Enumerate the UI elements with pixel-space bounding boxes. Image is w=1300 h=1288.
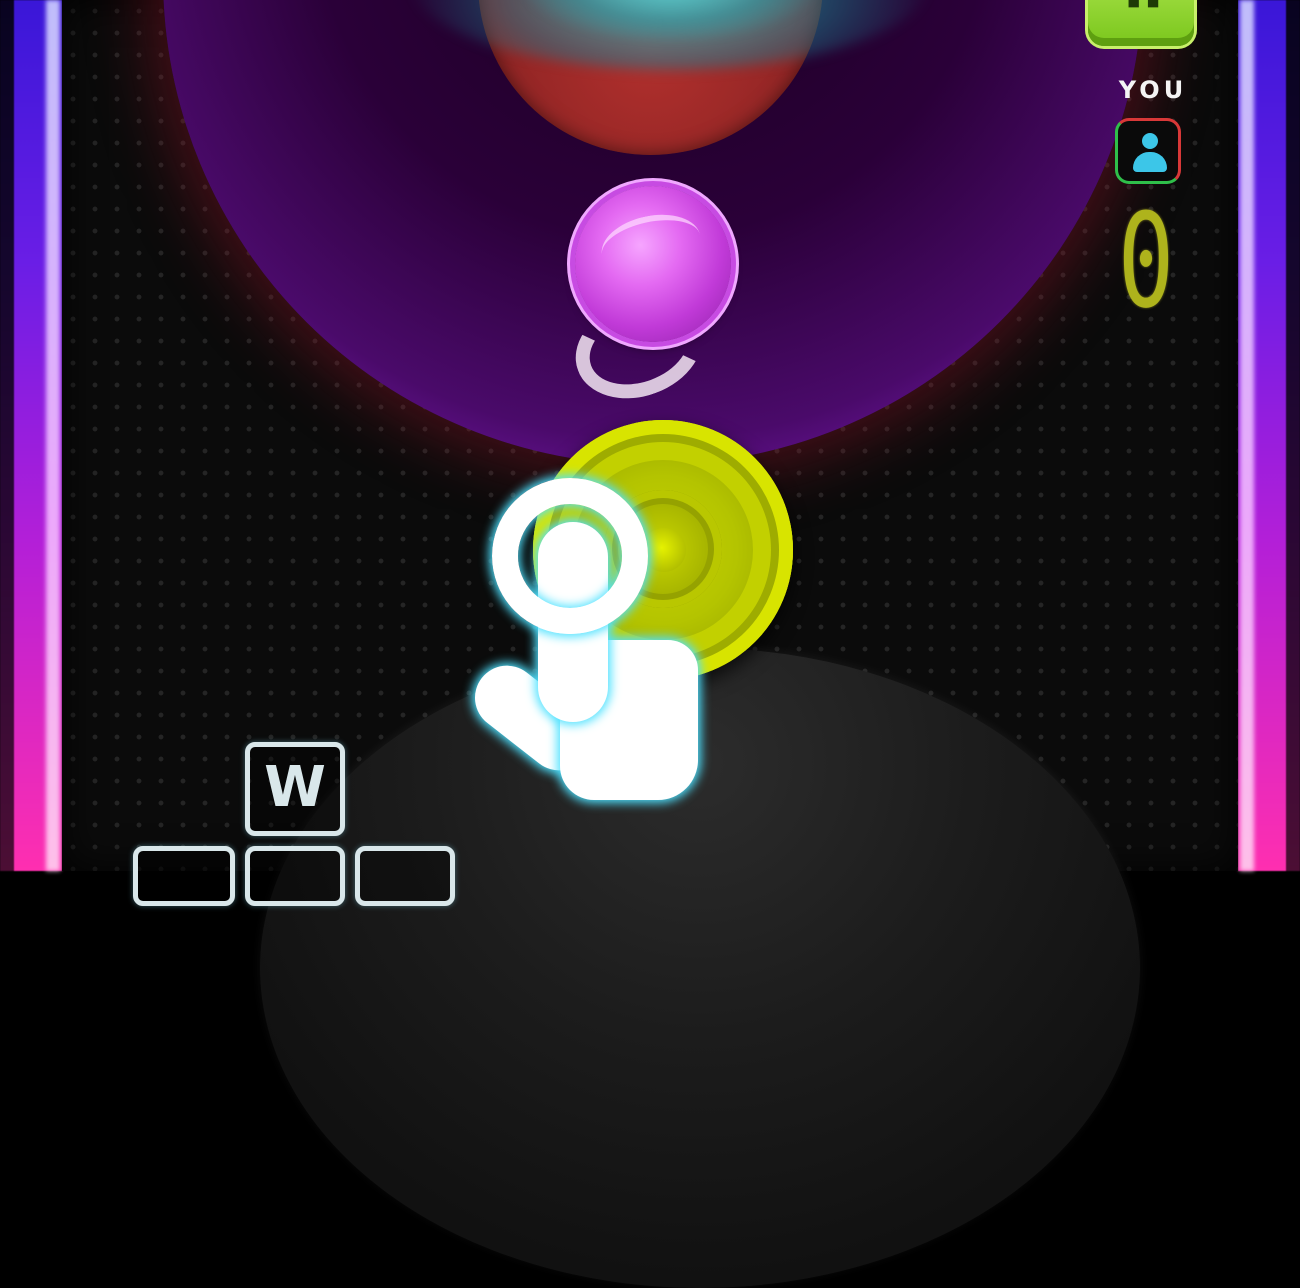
key-a-hint: [133, 846, 235, 906]
opponent-face-icon: ▮▮: [1126, 0, 1165, 11]
player-label: YOU: [1118, 76, 1188, 104]
puck: [575, 186, 731, 342]
key-d-hint: [355, 846, 455, 906]
player-score: 0: [1117, 185, 1175, 337]
right-neon-rail: [1238, 0, 1300, 871]
key-s-hint: [245, 846, 345, 906]
user-icon-body: [1133, 152, 1167, 172]
opponent-avatar: ▮▮: [1088, 0, 1194, 46]
key-w-hint: W: [245, 742, 345, 836]
player-paddle-center[interactable]: [642, 528, 686, 572]
player-avatar: [1115, 118, 1181, 184]
hand-knuckles: [610, 650, 696, 710]
player-goal-zone: [260, 648, 1140, 1288]
air-hockey-table[interactable]: ▮▮ YOU 0 W: [0, 0, 1300, 1288]
left-neon-rail: [0, 0, 62, 871]
user-icon-head: [1142, 133, 1158, 149]
tap-ring-icon: [492, 478, 648, 634]
